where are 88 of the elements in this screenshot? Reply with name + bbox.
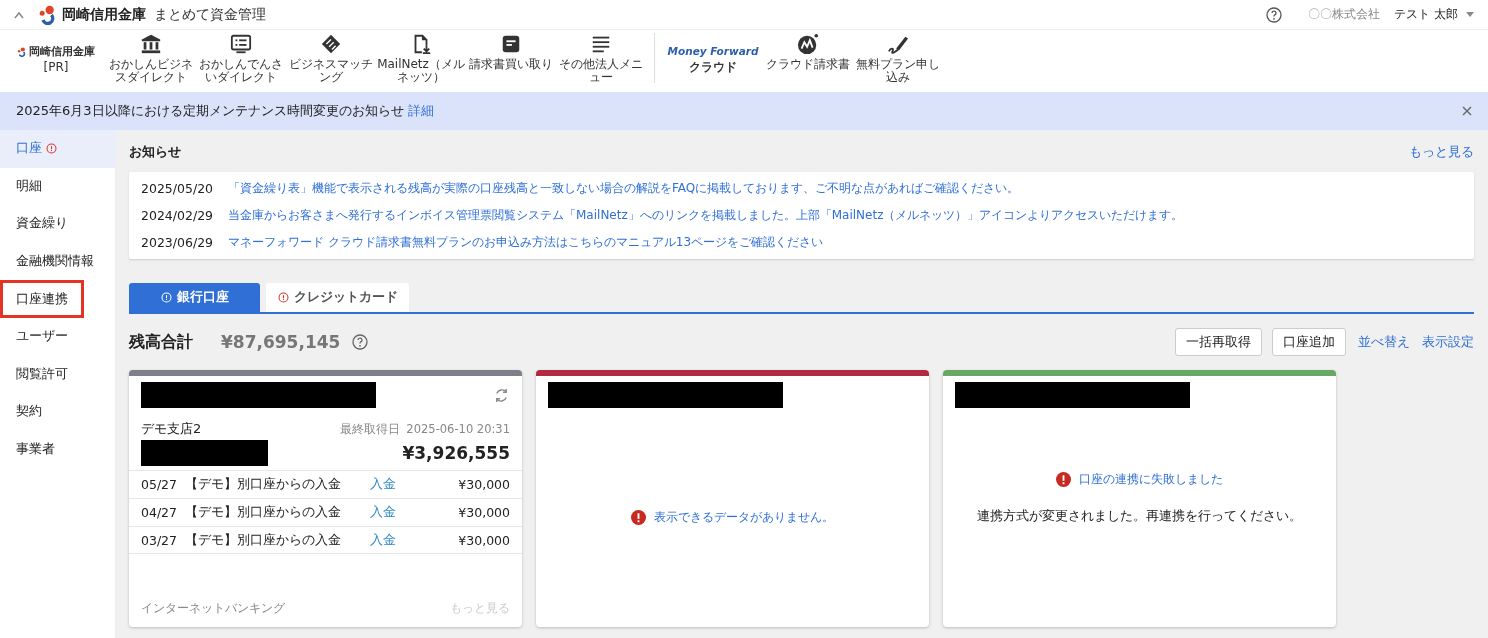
toolbar-button[interactable]: ビジネスマッチング [286,33,376,84]
help-icon [1266,6,1283,23]
note-icon [500,33,522,55]
transaction-date: 03/27 [141,532,179,548]
toolbar-label: 請求書買い取り [468,58,554,71]
toolbar-button[interactable]: MailNetz（メルネッツ） [376,33,466,84]
branch-name: デモ支店2 [141,420,202,438]
bank-logo-text: 岡崎信用金庫 [29,45,95,58]
tab[interactable]: 銀行口座 [129,283,260,312]
transaction-type: 入金 [370,531,397,549]
error-icon [1056,471,1071,487]
sidebar-item[interactable]: 契約 [0,393,116,431]
account-balance: ¥3,926,555 [402,443,510,463]
toolbar-button[interactable]: その他法人メニュー [556,33,646,84]
toolbar-button[interactable]: おかしんビジネスダイレクト [106,33,196,84]
toolbar-label: おかしんでんさいダイレクト [198,58,284,84]
user-name[interactable]: テスト 太郎 [1394,6,1458,23]
help-icon [352,334,369,350]
sidebar-item[interactable]: 閲覧許可 [0,355,116,394]
sidebar-item[interactable]: 口座 [0,130,116,168]
section-title: お知らせ [129,143,181,161]
chart-icon [797,33,819,55]
more-link[interactable]: もっと見る [1409,143,1474,161]
transaction-amount: ¥30,000 [457,532,510,548]
action-button[interactable]: 口座追加 [1272,328,1346,356]
action-button[interactable]: 一括再取得 [1175,328,1262,356]
transaction-amount: ¥30,000 [457,505,510,520]
refresh-icon [493,386,510,404]
brand-sub-label: クラウド [689,61,737,74]
sidebar-item[interactable]: 事業者 [0,430,116,469]
transaction-date: 05/27 [141,477,179,492]
transaction-amount: ¥30,000 [457,477,510,492]
details-link[interactable]: 詳細 [407,102,434,120]
sidebar-item[interactable]: ユーザー [0,317,116,356]
transaction-date: 04/27 [141,505,179,520]
error-detail: 連携方式が変更されました。再連携を行ってください。 [977,507,1302,525]
toolbar-label: ビジネスマッチング [288,58,374,84]
toolbar-label: 無料プラン申し込み [855,58,941,84]
alert-icon [277,292,289,303]
sidebar-item[interactable]: 資金繰り [0,205,116,243]
source-label: インターネットバンキング [141,600,285,617]
action-link[interactable]: 並べ替え [1358,333,1410,351]
sidebar-item[interactable]: 口座連携 [0,280,84,318]
close-icon [1462,106,1472,116]
total-balance: ¥87,695,145 [221,332,341,352]
transaction-description: 【デモ】別口座からの入金 [185,504,342,521]
news-date: 2025/05/20 [141,181,215,196]
news-link[interactable]: 「資金繰り表」機能で表示される残高が実際の口座残高と一致しない場合の解説をFAQに掲載しております、ご不明な点があればご確認ください。 [228,180,1020,197]
news-date: 2024/02/29 [141,208,215,223]
transaction-type: 入金 [370,476,397,493]
bank-logo-icon [17,46,27,57]
chevron-up-icon [14,10,24,19]
toolbar-button[interactable]: おかしんでんさいダイレクト [196,33,286,84]
sidebar-item[interactable]: 明細 [0,167,116,206]
brand-logo-text: Money Forward [667,45,759,58]
toolbar-button[interactable]: Money Forward クラウド [663,33,763,74]
action-link[interactable]: 表示設定 [1422,333,1474,351]
monitor-icon [230,33,252,55]
toolbar-button[interactable]: 請求書買い取り [466,33,556,71]
updated-time: 2025-06-10 20:31 [406,421,510,436]
toolbar-label: おかしんビジネスダイレクト [108,58,194,84]
sidebar-item[interactable]: 金融機関情報 [0,242,116,281]
transaction-type: 入金 [370,504,397,521]
dropdown-icon [1466,12,1474,17]
toolbar-button[interactable]: 岡崎信用金庫 [PR] [6,33,106,74]
tab[interactable]: クレジットカード [266,283,409,312]
error-icon [631,510,646,525]
bank-icon [140,33,162,55]
toolbar-label: クラウド請求書 [765,58,851,71]
notice-text: 2025年6月3日以降における定期メンテナンス時間変更のお知らせ [16,102,404,120]
toolbar-label: その他法人メニュー [558,58,644,84]
bank-name: 岡崎信用金庫 [62,5,146,24]
news-link[interactable]: 当金庫からお客さまへ発行するインボイス管理票閲覧システム「MailNetz」へのリンクを掲載しました。上部「MailNetz（メルネッツ）」アイコンよりアクセスいただけます。 [228,207,1184,224]
toolbar-button[interactable]: クラウド請求書 [763,33,853,71]
status-message: 口座の連携に失敗しました [1079,470,1223,488]
transaction-description: 【デモ】別口座からの入金 [185,531,342,549]
toolbar-label: MailNetz（メルネッツ） [376,58,466,84]
transaction-description: 【デモ】別口座からの入金 [185,476,342,493]
toolbar-button[interactable]: 無料プラン申し込み [853,33,943,84]
app-title: まとめて資金管理 [154,5,266,24]
alert-icon [160,292,172,303]
status-message: 表示できるデータがありません。 [654,509,834,526]
updated-label: 最終取得日 [340,421,401,436]
news-link[interactable]: マネーフォワード クラウド請求書無料プランのお申込み方法はこちらのマニュアル13ページをご確認ください [228,234,824,251]
total-balance-label: 残高合計 [129,331,193,353]
pr-label: [PR] [43,61,69,74]
company-name: 〇〇株式会社 [1308,6,1381,23]
news-date: 2023/06/29 [141,235,215,250]
